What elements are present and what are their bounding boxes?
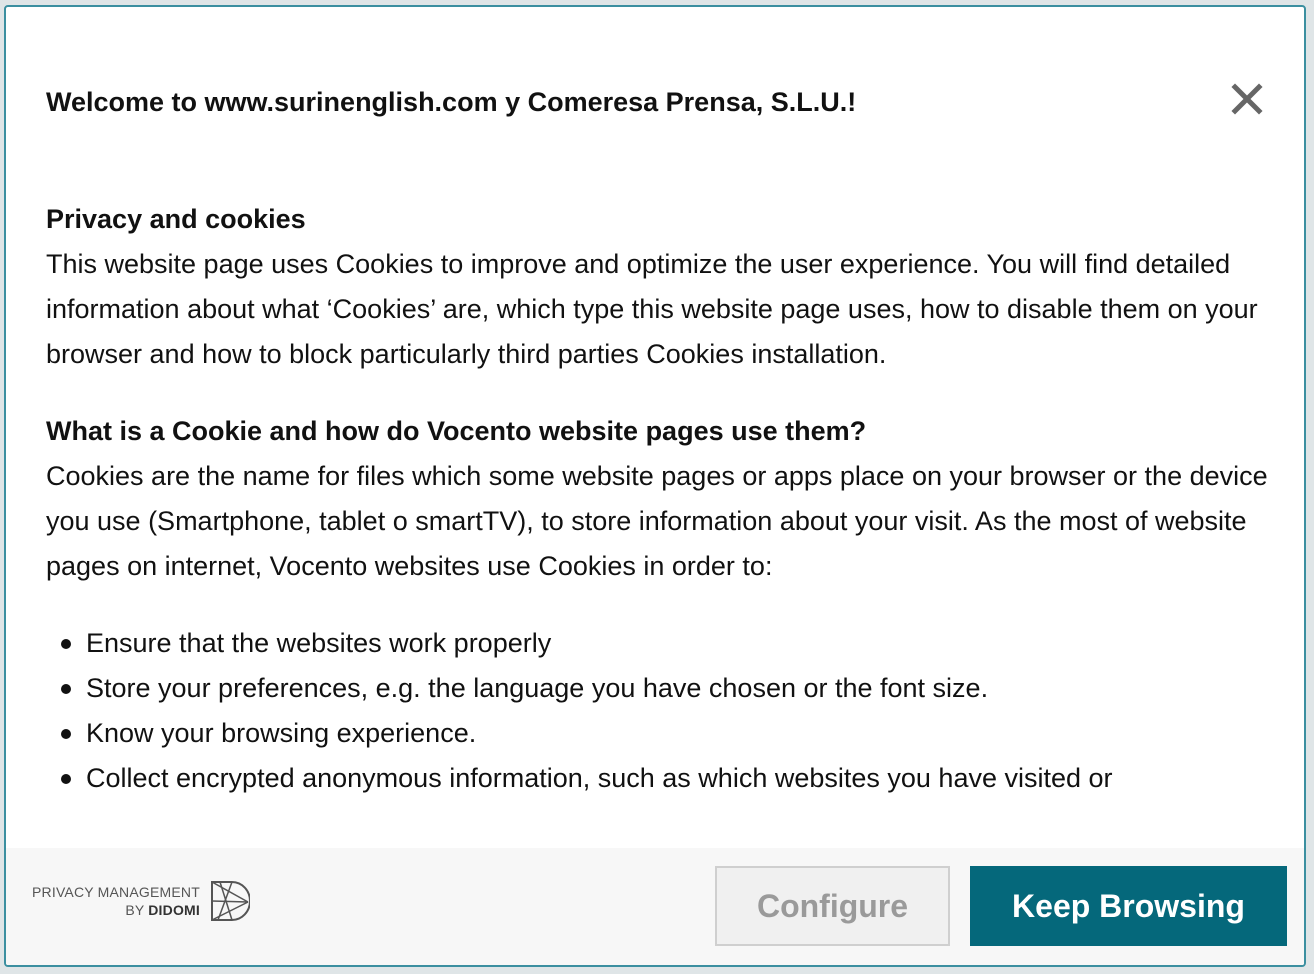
list-item: Collect encrypted anonymous information,…	[61, 756, 1271, 801]
close-button[interactable]	[1230, 82, 1264, 116]
dialog-title: Welcome to www.surinenglish.com y Comere…	[46, 87, 857, 117]
cookie-text: Cookies are the name for files which som…	[46, 461, 1268, 581]
configure-button[interactable]: Configure	[715, 866, 950, 946]
cookie-consent-dialog: Welcome to www.surinenglish.com y Comere…	[4, 5, 1306, 967]
didomi-logo-icon	[211, 881, 250, 921]
keep-browsing-button[interactable]: Keep Browsing	[970, 866, 1287, 946]
didomi-brand[interactable]: PRIVACY MANAGEMENT BY DIDOMI	[32, 880, 250, 922]
brand-line: PRIVACY MANAGEMENT	[32, 884, 200, 900]
dialog-footer: PRIVACY MANAGEMENT BY DIDOMI Configure K…	[6, 848, 1304, 965]
privacy-text: This website page uses Cookies to improv…	[46, 249, 1258, 369]
cookie-uses-list: Ensure that the websites work properly S…	[46, 621, 1271, 801]
brand-by: BY	[125, 902, 145, 918]
cookie-heading: What is a Cookie and how do Vocento webs…	[46, 416, 867, 446]
dialog-header: Welcome to www.surinenglish.com y Comere…	[6, 7, 1304, 177]
dialog-body[interactable]: Privacy and cookies This website page us…	[46, 197, 1271, 852]
privacy-heading: Privacy and cookies	[46, 204, 306, 234]
list-item: Store your preferences, e.g. the languag…	[61, 666, 1271, 711]
brand-text: PRIVACY MANAGEMENT BY DIDOMI	[32, 883, 200, 919]
list-item: Know your browsing experience.	[61, 711, 1271, 756]
list-item: Ensure that the websites work properly	[61, 621, 1271, 666]
close-icon	[1231, 83, 1263, 115]
brand-byline: BY DIDOMI	[32, 901, 200, 919]
brand-name: DIDOMI	[148, 902, 200, 918]
